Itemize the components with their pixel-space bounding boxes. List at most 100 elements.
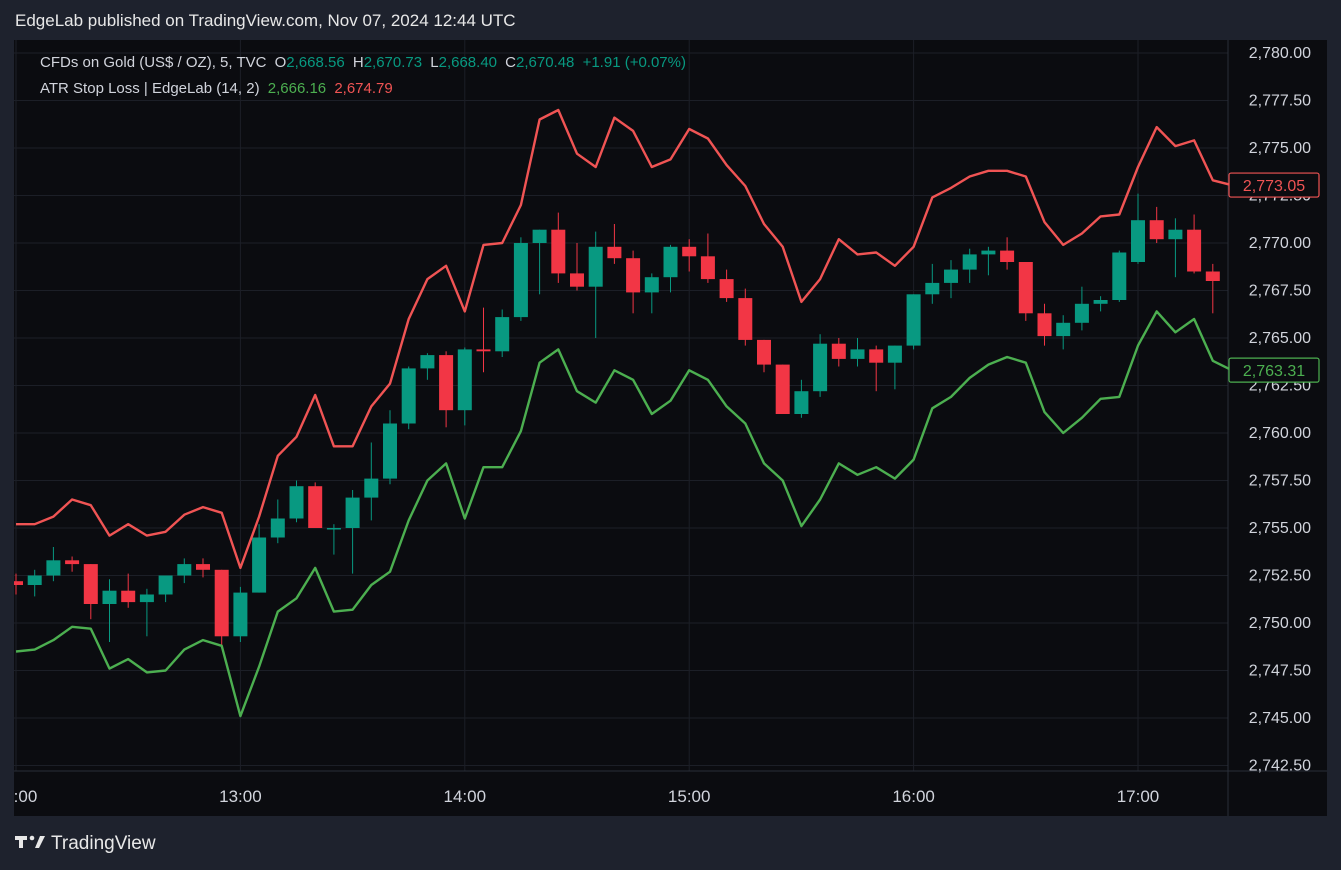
candle-body [214,569,229,637]
candle-body [83,564,98,604]
time-tick-label: 16:00 [892,787,935,806]
price-tick-label: 2,760.00 [1249,425,1311,442]
candle-body [813,343,828,392]
candle-body [345,497,360,528]
candle-body [326,528,341,530]
candle-body [588,246,603,287]
price-tick-label: 2,747.50 [1249,663,1311,680]
candle-body [102,590,117,604]
candle-body [46,560,61,576]
candle-body [1093,300,1108,304]
candle-body [270,518,285,538]
time-tick-label: 13:00 [219,787,262,806]
symbol-title[interactable]: CFDs on Gold (US$ / OZ), 5, TVC [40,54,266,71]
price-tick-label: 2,765.00 [1249,330,1311,347]
candle-body [626,258,641,293]
candle-body [383,423,397,479]
indicator-legend: ATR Stop Loss | EdgeLab (14, 2) 2,666.16… [40,80,397,97]
candle-body [607,246,622,259]
candle-body [177,564,192,576]
candle-body [27,575,42,585]
price-tick-label: 2,775.00 [1249,140,1311,157]
candle-body [906,294,921,346]
symbol-legend: CFDs on Gold (US$ / OZ), 5, TVC O2,668.5… [40,54,690,71]
price-tick-label: 2,767.50 [1249,283,1311,300]
candle-body [121,590,136,603]
upper-last-price-text: 2,773.05 [1243,178,1305,195]
candle-body [289,486,304,519]
candle-body [1056,322,1071,337]
candle-body [887,345,902,363]
price-tick-label: 2,742.50 [1249,758,1311,775]
candle-body [1018,262,1033,314]
open-value: 2,668.56 [286,54,345,71]
candle-body [513,243,528,318]
candle-body [532,229,547,243]
candle-body [476,349,491,352]
candle-body [1000,250,1015,262]
chart-area[interactable]: 2,742.50 2,745.00 2,747.50 2,750.00 2,752.50… [14,40,1327,816]
candle-body [738,298,753,340]
publish-header: EdgeLab published on TradingView.com, No… [15,11,516,30]
price-tick-label: 2,770.00 [1249,235,1311,252]
indicator-short-value: 2,674.79 [334,80,393,97]
price-chart[interactable]: 2,742.50 2,745.00 2,747.50 2,750.00 2,752.50… [14,40,1327,816]
candle-body [869,349,884,363]
candle-body [925,282,940,295]
plot-background [14,40,1228,771]
candle-body [420,355,435,369]
price-tick-label: 2,755.00 [1249,520,1311,537]
price-tick-label: 2,757.50 [1249,473,1311,490]
low-value: 2,668.40 [438,54,497,71]
candle-body [401,368,416,424]
candle-body [775,364,790,414]
indicator-long-value: 2,666.16 [267,80,327,97]
candle-body [962,254,977,270]
lower-last-price-text: 2,763.31 [1243,363,1305,380]
candle-body [308,486,323,528]
candle-body [139,594,154,603]
open-label: O [274,54,287,71]
candle-body [1168,229,1183,240]
time-tick-label: 14:00 [444,787,487,806]
candle-body [233,592,248,637]
price-tick-label: 2,752.50 [1249,568,1311,585]
candle-body [196,564,210,570]
candle-body [644,277,659,293]
candle-body [1149,220,1164,240]
candle-body [65,560,80,565]
candle-body [439,355,454,411]
high-value: 2,670.73 [363,54,423,71]
candle-body [1074,303,1089,323]
time-tick-label: 17:00 [1117,787,1160,806]
candle-body [1131,220,1145,262]
candle-body [700,256,715,280]
price-tick-label: 2,745.00 [1249,710,1311,727]
candle-body [1037,313,1052,337]
candle-body [944,269,958,283]
time-tick-label: 15:00 [668,787,711,806]
footer-brand[interactable]: TradingView [15,833,156,855]
indicator-title[interactable]: ATR Stop Loss | EdgeLab (14, 2) [40,80,260,97]
price-tick-label: 2,750.00 [1249,615,1311,632]
candle-body [850,349,865,359]
candle-body [719,279,734,299]
candle-body [1187,229,1202,272]
candle-body [682,246,697,257]
candle-body [981,250,996,255]
candle-body [457,349,472,411]
candle-body [794,391,809,414]
candle-body [1205,271,1220,281]
candle-body [495,317,510,352]
change-value: +1.91 (+0.07%) [582,54,686,71]
candle-body [252,537,267,593]
candle-body [831,343,846,359]
time-tick-label: 12:00 [14,787,37,806]
candle-body [364,478,379,498]
close-value: 2,670.48 [516,54,575,71]
tradingview-logo-icon [15,834,45,855]
candle-body [663,246,678,278]
candle-body [551,229,566,274]
price-tick-label: 2,777.50 [1249,93,1311,110]
candle-body [570,273,584,287]
